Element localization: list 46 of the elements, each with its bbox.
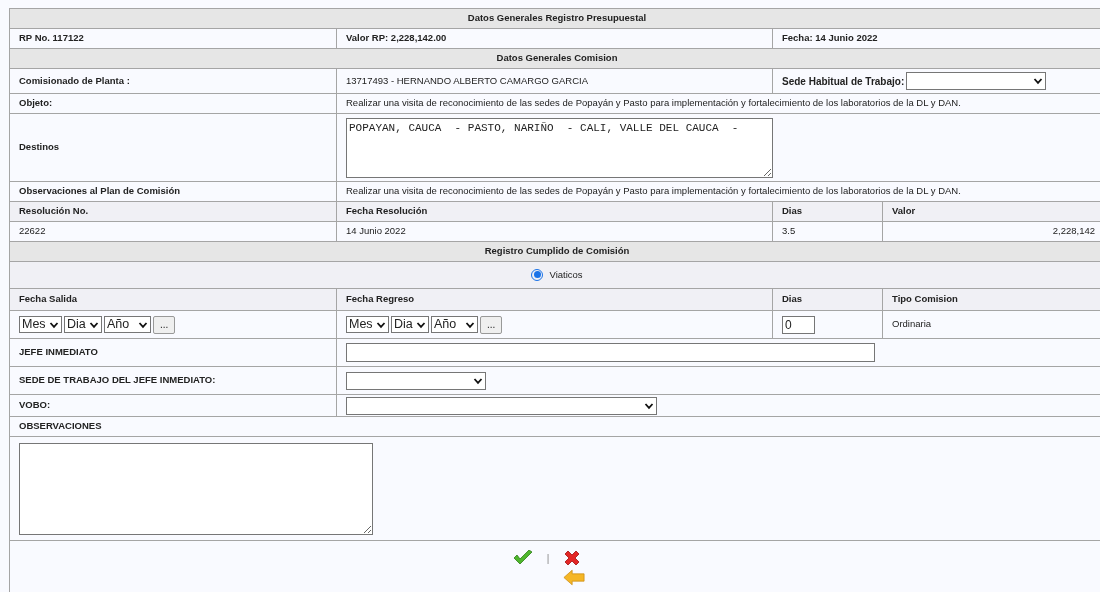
field-label: Destinos bbox=[9, 113, 337, 182]
month-select[interactable]: Mes bbox=[19, 316, 62, 333]
section-header: Datos Generales Registro Presupuestal bbox=[9, 8, 1100, 29]
section-header: Registro Cumplido de Comisión bbox=[9, 241, 1100, 262]
table-cell: 13717493 - HERNANDO ALBERTO CAMARGO GARCIA bbox=[336, 68, 773, 94]
days-field[interactable]: 0 bbox=[782, 315, 815, 334]
observaciones-field[interactable] bbox=[19, 442, 373, 535]
column-header: Fecha Resolución bbox=[336, 201, 773, 222]
sede-select[interactable] bbox=[906, 72, 1047, 90]
field-label: SEDE DE TRABAJO DEL JEFE INMEDIATO: bbox=[9, 366, 337, 395]
table-cell: 22622 bbox=[9, 221, 337, 242]
jefe-field[interactable] bbox=[346, 343, 875, 362]
field-label: Comisionado de Planta : bbox=[9, 68, 337, 94]
table-cell: RP No. 117122 bbox=[9, 28, 337, 49]
vobo-select[interactable] bbox=[346, 397, 657, 415]
day-select[interactable]: Dia bbox=[391, 316, 429, 333]
table-cell: 3.5 bbox=[772, 221, 883, 242]
chevron-down-icon bbox=[473, 376, 483, 386]
separator: | bbox=[546, 551, 550, 566]
column-header: Dias bbox=[772, 201, 883, 222]
column-header: Fecha Regreso bbox=[336, 288, 773, 311]
checkmark-icon[interactable] bbox=[512, 550, 533, 566]
radio-label: Viaticos bbox=[549, 267, 583, 282]
column-header: Dias bbox=[772, 288, 883, 311]
date-picker-button[interactable]: ... bbox=[480, 315, 503, 334]
field-label: Observaciones al Plan de Comisión bbox=[9, 181, 337, 202]
chevron-down-icon bbox=[644, 401, 654, 411]
table-cell: Valor RP: 2,228,142.00 bbox=[336, 28, 773, 49]
field-label: OBSERVACIONES bbox=[9, 416, 1100, 437]
year-select[interactable]: Año bbox=[104, 316, 151, 333]
field-label: VOBO: bbox=[9, 394, 337, 417]
section-header: Datos Generales Comision bbox=[9, 48, 1100, 69]
column-header: Resolución No. bbox=[9, 201, 337, 222]
day-select[interactable]: Dia bbox=[64, 316, 102, 333]
sede-jefe-select[interactable] bbox=[346, 372, 486, 390]
chevron-down-icon bbox=[1033, 76, 1044, 86]
field-label: Sede Habitual de Trabajo: bbox=[782, 74, 905, 89]
field-label: Objeto: bbox=[9, 93, 337, 114]
field-label: JEFE INMEDIATO bbox=[9, 338, 337, 367]
table-cell: 14 Junio 2022 bbox=[336, 221, 773, 242]
date-picker-button[interactable]: ... bbox=[153, 315, 176, 334]
destinos-field[interactable]: POPAYAN, CAUCA - PASTO, NARIÑO - CALI, VALLE DEL CAUCA - bbox=[346, 117, 773, 178]
month-select[interactable]: Mes bbox=[346, 316, 389, 333]
close-icon[interactable] bbox=[563, 549, 582, 567]
column-header: Fecha Salida bbox=[9, 288, 337, 311]
year-select[interactable]: Año bbox=[431, 316, 478, 333]
